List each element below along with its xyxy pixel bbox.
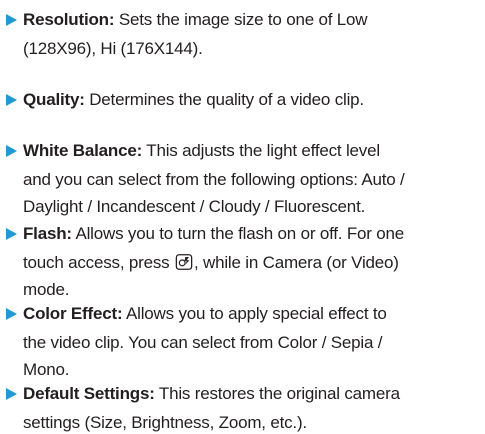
bullet-arrow-icon bbox=[6, 14, 17, 26]
color-effect-line-3: Mono. bbox=[23, 360, 70, 379]
bullet-arrow-icon bbox=[6, 308, 17, 320]
flash-line-1: Flash: Allows you to turn the flash on o… bbox=[23, 223, 404, 245]
white-balance-line-1: White Balance: This adjusts the light ef… bbox=[23, 140, 380, 162]
default-settings-term: Default Settings: bbox=[23, 384, 155, 403]
default-settings-line-2: settings (Size, Brightness, Zoom, etc.). bbox=[23, 413, 307, 432]
flash-text-2b: , while in Camera (or Video) bbox=[193, 253, 399, 272]
flash-text-1: Allows you to turn the flash on or off. … bbox=[71, 224, 405, 243]
resolution-term: Resolution: bbox=[23, 10, 115, 29]
bullet-arrow-icon bbox=[6, 388, 17, 400]
flash-text-2a: touch access, press bbox=[23, 253, 174, 272]
flash-line-2: touch access, press , while in Camera (o… bbox=[23, 252, 399, 274]
white-balance-line-2: and you can select from the following op… bbox=[23, 170, 405, 189]
white-balance-term: White Balance: bbox=[23, 141, 143, 160]
color-effect-term: Color Effect: bbox=[23, 304, 123, 323]
color-effect-line-1: Color Effect: Allows you to apply specia… bbox=[23, 303, 387, 325]
camera-flash-key-icon bbox=[175, 254, 193, 270]
color-effect-text-1: Allows you to apply special effect to bbox=[122, 304, 387, 323]
default-settings-line-1: Default Settings: This restores the orig… bbox=[23, 383, 400, 405]
quality-line-1: Quality: Determines the quality of a vid… bbox=[23, 89, 364, 111]
resolution-line-2: (128X96), Hi (176X144). bbox=[23, 39, 203, 58]
white-balance-line-3: Daylight / Incandescent / Cloudy / Fluor… bbox=[23, 197, 366, 216]
default-settings-text-1: This restores the original camera bbox=[154, 384, 400, 403]
color-effect-line-2: the video clip. You can select from Colo… bbox=[23, 333, 383, 352]
bullet-arrow-icon bbox=[6, 228, 17, 240]
quality-text-1: Determines the quality of a video clip. bbox=[84, 90, 364, 109]
bullet-arrow-icon bbox=[6, 145, 17, 157]
quality-term: Quality: bbox=[23, 90, 85, 109]
flash-line-3: mode. bbox=[23, 280, 70, 299]
resolution-text-1: Sets the image size to one of Low bbox=[114, 10, 368, 29]
white-balance-text-1: This adjusts the light effect level bbox=[142, 141, 380, 160]
manual-page: Resolution: Sets the image size to one o… bbox=[0, 0, 485, 432]
bullet-arrow-icon bbox=[6, 94, 17, 106]
resolution-line-1: Resolution: Sets the image size to one o… bbox=[23, 9, 368, 31]
flash-term: Flash: bbox=[23, 224, 72, 243]
